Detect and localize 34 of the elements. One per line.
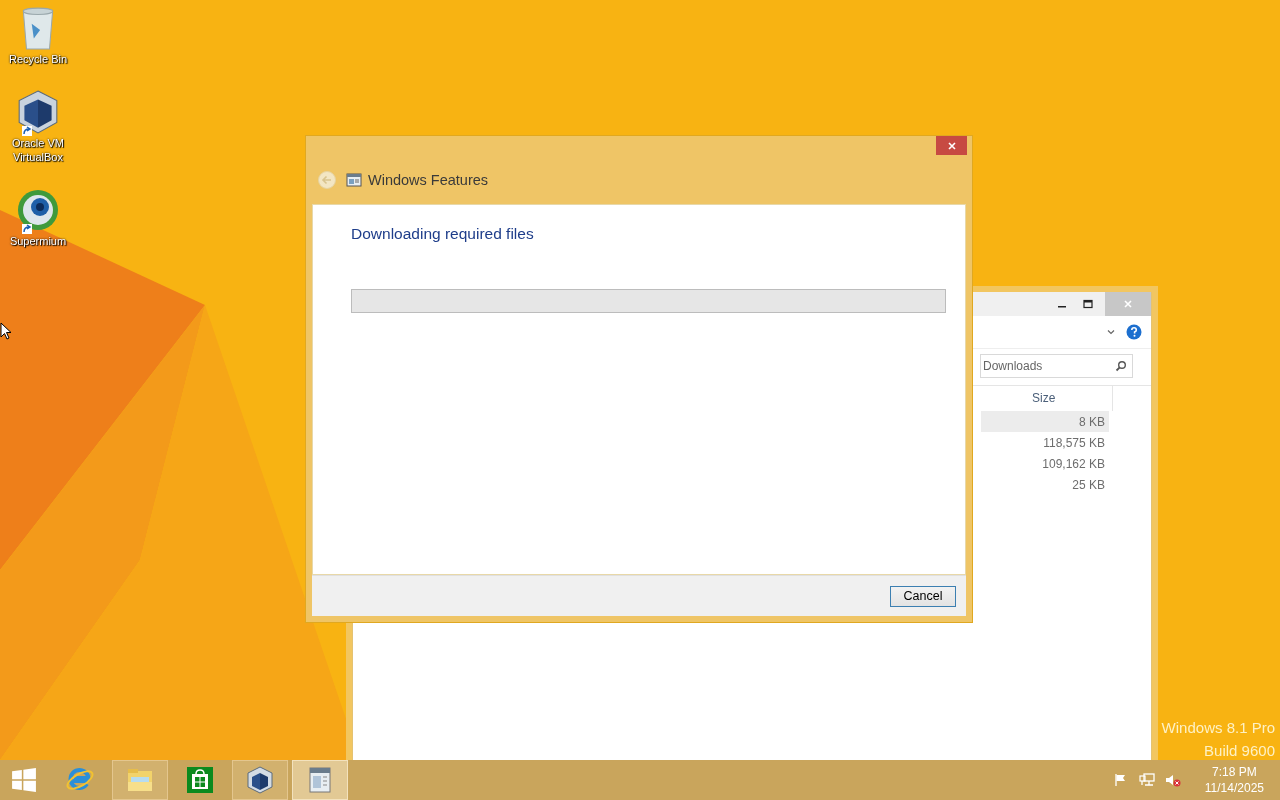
file-row[interactable]: 109,162 KB: [981, 453, 1109, 474]
size-text: 25 KB: [1072, 477, 1105, 492]
chevron-icon[interactable]: [1106, 327, 1116, 337]
taskbar-button[interactable]: [292, 760, 348, 800]
edition-text: Windows 8.1 Pro: [1161, 718, 1275, 738]
size-text: 109,162 KB: [1042, 456, 1105, 471]
close-button[interactable]: [936, 136, 967, 155]
close-icon: [1123, 299, 1133, 309]
cube-icon[interactable]: [16, 89, 60, 135]
shortcut-arrow-icon: [22, 126, 32, 136]
speaker-muted-icon[interactable]: [1164, 773, 1181, 787]
globe-icon[interactable]: [16, 187, 60, 233]
network-icon[interactable]: [1138, 773, 1155, 787]
window-title: Windows Features: [368, 172, 489, 188]
store-bag-icon: [185, 765, 215, 795]
edition-text: Build 9600: [1203, 741, 1275, 761]
features-window-icon: [346, 172, 362, 188]
selected-row[interactable]: 8 KB: [981, 411, 1109, 432]
dialog-heading: Downloading required files: [351, 225, 535, 243]
file-row[interactable]: 25 KB: [981, 474, 1109, 495]
taskbar-button[interactable]: [232, 760, 288, 800]
start-button-icon: [11, 767, 37, 793]
search-field[interactable]: Downloads: [980, 354, 1133, 378]
shortcut-arrow-icon: [22, 224, 32, 234]
size-text: 8 KB: [1079, 414, 1105, 429]
cursor-icon: [0, 322, 12, 340]
desktop-icon-label[interactable]: Supermium: [2, 234, 74, 248]
help-icon[interactable]: [1126, 324, 1142, 340]
file-row[interactable]: 118,575 KB: [981, 432, 1109, 453]
cancel-button[interactable]: Cancel: [890, 585, 956, 607]
close-icon: [946, 140, 957, 151]
size-text: 118,575 KB: [1043, 435, 1105, 450]
search-icon[interactable]: [1115, 360, 1127, 372]
cube-icon: [245, 765, 275, 795]
